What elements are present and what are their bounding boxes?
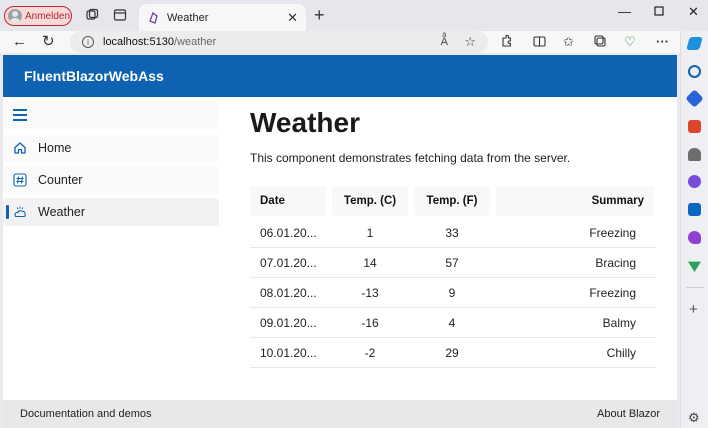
- cell-temp-f: 29: [445, 346, 459, 360]
- profile-label: Anmelden: [25, 10, 71, 22]
- more-options-icon[interactable]: ···: [656, 34, 669, 49]
- designer-icon[interactable]: [688, 231, 701, 244]
- profile-button[interactable]: Anmelden: [4, 6, 72, 26]
- web-page: FluentBlazorWebAss Home Counter Weather …: [3, 55, 677, 428]
- column-header-summary[interactable]: Summary: [496, 186, 654, 216]
- column-header-temp-f[interactable]: Temp. (F): [414, 186, 490, 216]
- cell-temp-c: 14: [363, 256, 377, 270]
- blazor-favicon-icon: [149, 11, 158, 24]
- active-indicator: [6, 205, 9, 219]
- url-path: /weather: [173, 36, 217, 48]
- cell-temp-c: -2: [364, 346, 376, 360]
- url-host: localhost:5130: [103, 36, 174, 48]
- table-row: 08.01.20... -13 9 Freezing: [250, 278, 656, 308]
- drop-icon[interactable]: [688, 261, 701, 272]
- close-window-icon[interactable]: ✕: [688, 4, 699, 20]
- cell-date: 10.01.20...: [260, 346, 317, 360]
- table-row: 06.01.20... 1 33 Freezing: [250, 218, 656, 248]
- tab-title: Weather: [167, 11, 209, 24]
- new-tab-icon[interactable]: +: [314, 6, 325, 24]
- nav-item-label: Counter: [38, 173, 83, 187]
- nav-item-counter[interactable]: Counter: [3, 166, 219, 194]
- cell-summary: Balmy: [602, 316, 636, 330]
- app-brand: FluentBlazorWebAss: [24, 68, 164, 84]
- favorite-star-icon[interactable]: ☆: [464, 34, 476, 50]
- address-toolbar: ← ↻ i localhost:5130/weather Aͣ ☆ ✩ ♡ ··…: [0, 31, 680, 53]
- cell-summary: Chilly: [606, 346, 636, 360]
- sidebar-divider: [686, 287, 704, 288]
- cell-date: 07.01.20...: [260, 256, 317, 270]
- sidebar-settings-icon[interactable]: ⚙: [688, 410, 700, 426]
- app-footer: Documentation and demos About Blazor: [3, 400, 677, 428]
- cell-temp-c: 1: [366, 226, 374, 240]
- nav-item-home[interactable]: Home: [3, 134, 219, 162]
- minimize-icon[interactable]: —: [618, 4, 631, 19]
- hamburger-line: [13, 119, 27, 121]
- page-description: This component demonstrates fetching dat…: [250, 151, 571, 165]
- favorites-icon[interactable]: ✩: [563, 34, 574, 50]
- split-screen-icon[interactable]: [533, 35, 546, 48]
- games-icon[interactable]: [688, 148, 701, 161]
- maximize-icon[interactable]: [654, 6, 664, 16]
- table-row: 10.01.20... -2 29 Chilly: [250, 338, 656, 368]
- grid-header-row: Date Temp. (C) Temp. (F) Summary: [250, 186, 656, 218]
- nav-item-label: Weather: [38, 205, 86, 219]
- column-header-date[interactable]: Date: [250, 186, 326, 216]
- hamburger-menu-button[interactable]: [3, 101, 219, 129]
- search-icon[interactable]: [688, 65, 701, 78]
- weather-icon: [14, 206, 26, 218]
- tab-actions-icon[interactable]: [113, 8, 127, 22]
- tools-icon[interactable]: [688, 120, 701, 133]
- microsoft365-icon[interactable]: [688, 175, 701, 188]
- number-symbol-icon: [13, 173, 27, 187]
- site-info-icon[interactable]: i: [82, 36, 94, 48]
- table-row: 09.01.20... -16 4 Balmy: [250, 308, 656, 338]
- cell-date: 08.01.20...: [260, 286, 317, 300]
- nav-item-label: Home: [38, 141, 72, 155]
- footer-about-link[interactable]: About Blazor: [597, 408, 660, 420]
- nav-menu: Home Counter Weather: [3, 97, 221, 397]
- cell-summary: Freezing: [589, 226, 636, 240]
- browser-tab-strip: Anmelden Weather ✕ + — ✕: [0, 0, 708, 31]
- weather-data-grid: Date Temp. (C) Temp. (F) Summary 06.01.2…: [250, 186, 656, 368]
- cell-summary: Bracing: [595, 256, 636, 270]
- cell-temp-f: 33: [445, 226, 459, 240]
- app-header: FluentBlazorWebAss: [3, 55, 677, 97]
- nav-item-weather[interactable]: Weather: [3, 198, 219, 226]
- outlook-icon[interactable]: [688, 203, 701, 216]
- address-bar[interactable]: i localhost:5130/weather Aͣ ☆: [70, 31, 488, 53]
- cell-temp-c: -13: [361, 286, 379, 300]
- cell-summary: Freezing: [589, 286, 636, 300]
- extensions-icon[interactable]: [500, 35, 513, 48]
- footer-documentation-link[interactable]: Documentation and demos: [20, 408, 151, 420]
- column-header-temp-c[interactable]: Temp. (C): [332, 186, 408, 216]
- cell-date: 06.01.20...: [260, 226, 317, 240]
- hamburger-line: [13, 114, 27, 116]
- browser-essentials-icon[interactable]: ♡: [624, 34, 636, 50]
- page-title: Weather: [250, 107, 360, 138]
- edge-sidebar: + ⚙: [680, 31, 708, 428]
- read-aloud-icon[interactable]: Aͣ: [441, 36, 448, 48]
- copilot-icon[interactable]: [686, 37, 703, 50]
- cell-date: 09.01.20...: [260, 316, 317, 330]
- cell-temp-f: 4: [448, 316, 456, 330]
- back-icon[interactable]: ←: [12, 33, 27, 51]
- cell-temp-c: -16: [361, 316, 379, 330]
- tab-close-icon[interactable]: ✕: [287, 10, 298, 26]
- hamburger-line: [13, 109, 27, 111]
- cell-temp-f: 9: [448, 286, 456, 300]
- avatar-icon: [8, 9, 22, 23]
- cell-temp-f: 57: [445, 256, 459, 270]
- workspaces-icon[interactable]: [85, 8, 99, 22]
- collections-icon[interactable]: [594, 35, 607, 48]
- refresh-icon[interactable]: ↻: [42, 33, 55, 51]
- tab-weather[interactable]: Weather ✕: [139, 4, 306, 31]
- shopping-tag-icon[interactable]: [685, 89, 704, 108]
- table-row: 07.01.20... 14 57 Bracing: [250, 248, 656, 278]
- home-icon: [14, 142, 26, 154]
- main-content: Weather This component demonstrates fetc…: [250, 105, 660, 368]
- add-sidebar-app-icon[interactable]: +: [689, 301, 698, 318]
